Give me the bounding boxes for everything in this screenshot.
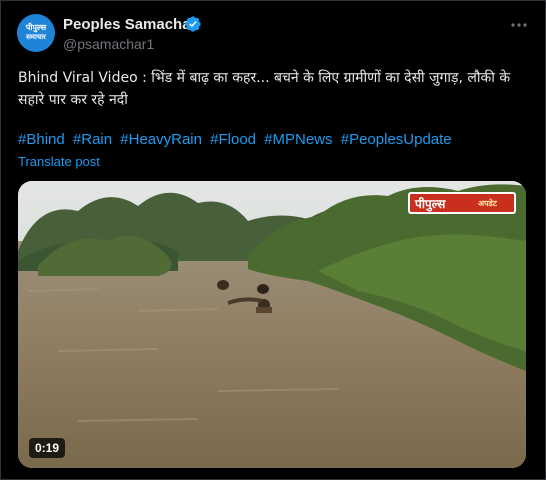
hashtag-link[interactable]: #MPNews bbox=[264, 131, 332, 148]
video-player[interactable]: पीपुल्स अपडेट 0:19 bbox=[18, 181, 526, 468]
logo-main-text: पीपुल्स bbox=[415, 197, 446, 211]
author-handle[interactable]: @psamachar1 bbox=[63, 36, 154, 52]
translate-post-link[interactable]: Translate post bbox=[18, 154, 100, 169]
avatar[interactable]: पीपुल्स समाचार bbox=[17, 14, 55, 52]
video-thumbnail bbox=[18, 181, 526, 468]
hashtags: #Bhind #Rain #HeavyRain #Flood #MPNews #… bbox=[18, 131, 530, 148]
post-text: Bhind Viral Video : भिंड में बाढ़ का कहर… bbox=[18, 70, 511, 108]
channel-logo: पीपुल्स अपडेट bbox=[408, 192, 516, 214]
hashtag-link[interactable]: #Flood bbox=[210, 131, 256, 148]
verified-badge-icon[interactable] bbox=[184, 15, 202, 33]
logo-sub-text: अपडेट bbox=[478, 199, 497, 208]
avatar-text-top: पीपुल्स bbox=[25, 23, 47, 32]
author-name[interactable]: Peoples Samachar bbox=[63, 16, 196, 33]
hashtag-link[interactable]: #HeavyRain bbox=[120, 131, 202, 148]
hashtag-link[interactable]: #Rain bbox=[73, 131, 112, 148]
post-card[interactable]: पीपुल्स समाचार Peoples Samachar @psamach… bbox=[0, 0, 546, 480]
more-options-icon[interactable] bbox=[509, 15, 529, 35]
hashtag-link[interactable]: #PeoplesUpdate bbox=[341, 131, 452, 148]
hashtag-link[interactable]: #Bhind bbox=[18, 131, 65, 148]
avatar-text-bottom: समाचार bbox=[26, 33, 46, 41]
video-duration-badge: 0:19 bbox=[29, 438, 66, 458]
